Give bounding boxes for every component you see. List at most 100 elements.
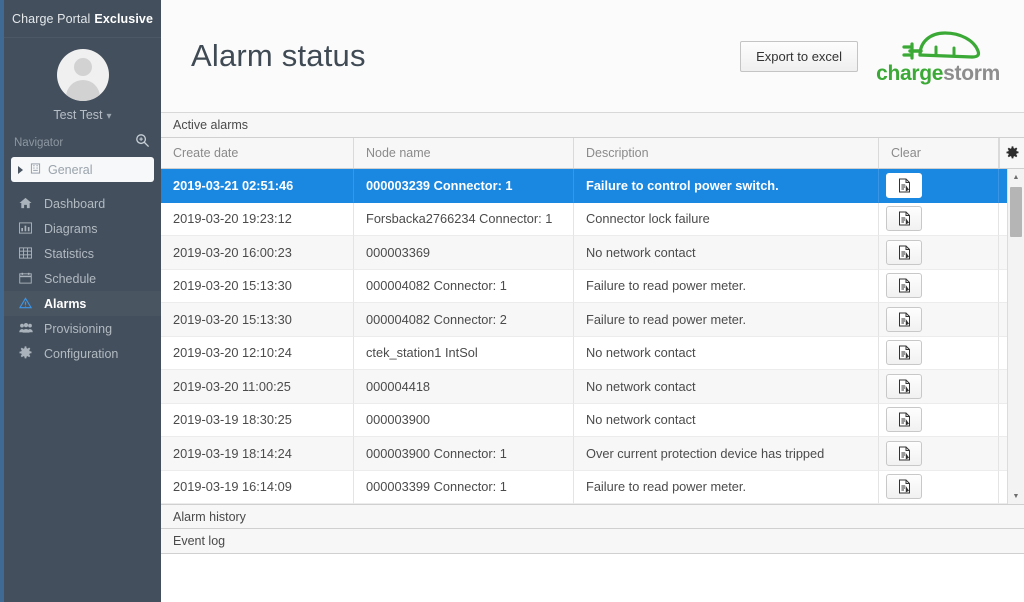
column-header-clear[interactable]: Clear — [879, 138, 999, 168]
export-to-excel-button[interactable]: Export to excel — [740, 41, 858, 72]
cell-create-date: 2019-03-20 19:23:12 — [161, 203, 354, 237]
cell-create-date: 2019-03-19 18:14:24 — [161, 437, 354, 471]
scrollbar-thumb[interactable] — [1010, 187, 1022, 237]
grid-settings-button[interactable] — [999, 138, 1024, 168]
cell-clear — [879, 303, 999, 337]
scroll-up-arrow-icon[interactable]: ▲ — [1008, 169, 1024, 185]
grid-header-row: Create date Node name Description Clear — [161, 138, 1024, 169]
cell-node-name: ctek_station1 IntSol — [354, 337, 574, 371]
avatar-head-shape — [74, 58, 92, 76]
document-clear-icon — [898, 345, 911, 360]
sidebar-item-label: Configuration — [44, 347, 118, 361]
clear-alarm-button[interactable] — [886, 474, 922, 499]
cell-clear — [879, 337, 999, 371]
sidebar-item-alarms[interactable]: Alarms — [4, 291, 161, 316]
column-header-description[interactable]: Description — [574, 138, 879, 168]
sidebar-item-provisioning[interactable]: Provisioning — [4, 316, 161, 341]
content-filler — [161, 554, 1024, 602]
sidebar-item-dashboard[interactable]: Dashboard — [4, 191, 161, 216]
cell-clear — [879, 236, 999, 270]
section-header-alarm-history[interactable]: Alarm history — [161, 504, 1024, 529]
column-header-create-date[interactable]: Create date — [161, 138, 354, 168]
cell-description: No network contact — [574, 370, 879, 404]
clear-alarm-button[interactable] — [886, 407, 922, 432]
scrollbar-track[interactable] — [1008, 185, 1024, 488]
sidebar-item-label: Dashboard — [44, 197, 105, 211]
brand-title-bold: Exclusive — [94, 12, 153, 26]
sidebar-item-diagrams[interactable]: Diagrams — [4, 216, 161, 241]
scroll-down-arrow-icon[interactable]: ▼ — [1008, 488, 1024, 504]
table-row[interactable]: 2019-03-19 16:14:09000003399 Connector: … — [161, 471, 1024, 505]
user-profile[interactable]: Test Test ▾ — [4, 38, 161, 130]
sidebar-item-label: Schedule — [44, 272, 96, 286]
sidebar-item-label: Alarms — [44, 297, 86, 311]
cell-clear — [879, 203, 999, 237]
page-title: Alarm status — [191, 38, 366, 74]
cell-node-name: 000003239 Connector: 1 — [354, 169, 574, 203]
clear-alarm-button[interactable] — [886, 441, 922, 466]
grid-rows: 2019-03-21 02:51:46000003239 Connector: … — [161, 169, 1024, 504]
cell-create-date: 2019-03-19 18:30:25 — [161, 404, 354, 438]
clear-alarm-button[interactable] — [886, 173, 922, 198]
cell-node-name: 000004082 Connector: 2 — [354, 303, 574, 337]
document-clear-icon — [898, 245, 911, 260]
navigator-label: Navigator — [14, 137, 63, 149]
page-header: Alarm status Export to excel chargestorm — [161, 0, 1024, 113]
grid-vertical-scrollbar[interactable]: ▲ ▼ — [1007, 169, 1024, 504]
cell-clear — [879, 370, 999, 404]
document-clear-icon — [898, 312, 911, 327]
expand-caret-icon[interactable] — [18, 166, 23, 174]
cell-description: No network contact — [574, 404, 879, 438]
table-row[interactable]: 2019-03-19 18:30:25000003900No network c… — [161, 404, 1024, 438]
user-name-dropdown[interactable]: Test Test ▾ — [4, 108, 161, 122]
clear-alarm-button[interactable] — [886, 340, 922, 365]
gear-icon — [18, 346, 33, 361]
table-row[interactable]: 2019-03-21 02:51:46000003239 Connector: … — [161, 169, 1024, 203]
cell-create-date: 2019-03-21 02:51:46 — [161, 169, 354, 203]
table-row[interactable]: 2019-03-19 18:14:24000003900 Connector: … — [161, 437, 1024, 471]
clear-alarm-button[interactable] — [886, 307, 922, 332]
table-row[interactable]: 2019-03-20 15:13:30000004082 Connector: … — [161, 270, 1024, 304]
sidebar-item-schedule[interactable]: Schedule — [4, 266, 161, 291]
table-row[interactable]: 2019-03-20 12:10:24ctek_station1 IntSolN… — [161, 337, 1024, 371]
clear-alarm-button[interactable] — [886, 240, 922, 265]
avatar — [57, 49, 109, 101]
clear-alarm-button[interactable] — [886, 206, 922, 231]
sidebar-tree-item-label: General — [48, 163, 92, 177]
section-header-event-log[interactable]: Event log — [161, 529, 1024, 554]
application-window: Charge Portal Exclusive Test Test ▾ Navig… — [0, 0, 1024, 602]
header-actions: Export to excel chargestorm — [740, 27, 1006, 86]
cell-description: Failure to read power meter. — [574, 270, 879, 304]
column-header-node-name[interactable]: Node name — [354, 138, 574, 168]
table-row[interactable]: 2019-03-20 19:23:12Forsbacka2766234 Conn… — [161, 203, 1024, 237]
table-row[interactable]: 2019-03-20 15:13:30000004082 Connector: … — [161, 303, 1024, 337]
document-clear-icon — [898, 278, 911, 293]
logo-wordmark: chargestorm — [876, 62, 1000, 86]
cell-create-date: 2019-03-20 16:00:23 — [161, 236, 354, 270]
table-row[interactable]: 2019-03-20 11:00:25000004418No network c… — [161, 370, 1024, 404]
clear-alarm-button[interactable] — [886, 374, 922, 399]
section-header-active-alarms[interactable]: Active alarms — [161, 113, 1024, 138]
sidebar-item-statistics[interactable]: Statistics — [4, 241, 161, 266]
clear-alarm-button[interactable] — [886, 273, 922, 298]
cell-clear — [879, 471, 999, 505]
sidebar-item-configuration[interactable]: Configuration — [4, 341, 161, 366]
document-clear-icon — [898, 211, 911, 226]
chevron-down-icon: ▾ — [107, 111, 112, 122]
navigator-header: Navigator — [4, 130, 161, 154]
chargestorm-logo: chargestorm — [876, 27, 1006, 86]
brand-title-light: Charge Portal — [12, 12, 90, 26]
cell-node-name: 000003900 Connector: 1 — [354, 437, 574, 471]
search-icon[interactable] — [135, 133, 150, 152]
logo-text-charge: charge — [876, 62, 943, 85]
cell-create-date: 2019-03-20 11:00:25 — [161, 370, 354, 404]
user-name-label: Test Test — [53, 108, 102, 122]
avatar-body-shape — [66, 80, 100, 101]
cell-create-date: 2019-03-20 15:13:30 — [161, 270, 354, 304]
logo-text-storm: storm — [943, 62, 1000, 85]
home-icon — [18, 197, 33, 211]
table-row[interactable]: 2019-03-20 16:00:23000003369No network c… — [161, 236, 1024, 270]
document-clear-icon — [898, 479, 911, 494]
cell-description: Failure to control power switch. — [574, 169, 879, 203]
sidebar-tree-item-general[interactable]: General — [11, 157, 154, 182]
